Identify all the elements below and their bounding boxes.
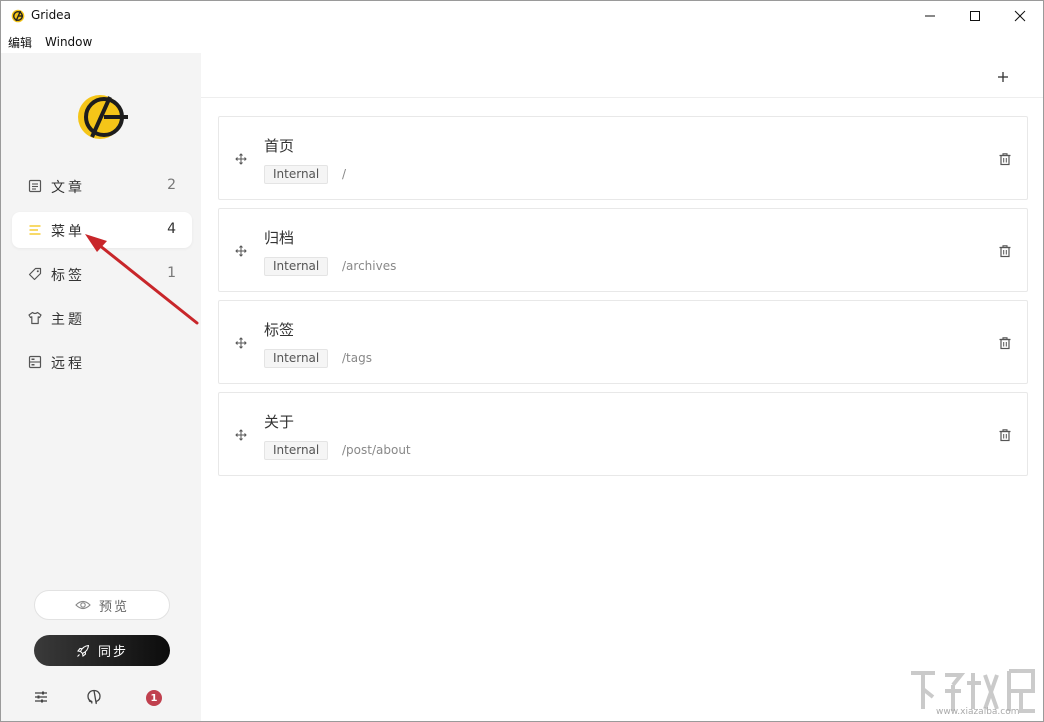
menu-bar: 编辑 Window <box>1 31 1043 53</box>
sidebar-item-menus[interactable]: 菜单 4 <box>12 212 192 248</box>
drag-handle-icon[interactable] <box>235 429 247 441</box>
trash-icon[interactable] <box>998 428 1012 442</box>
menu-card[interactable]: 标签 Internal /tags <box>218 300 1028 384</box>
article-icon <box>28 179 42 193</box>
maximize-button[interactable] <box>952 1 998 31</box>
gridea-logo-icon <box>11 9 25 23</box>
settings-sliders-icon[interactable] <box>33 689 49 705</box>
menu-title: 关于 <box>264 413 295 431</box>
sidebar-item-label: 远程 <box>51 356 85 372</box>
menu-icon <box>29 225 41 235</box>
sidebar-item-remote[interactable]: 远程 <box>12 344 192 380</box>
github-icon[interactable] <box>86 689 102 705</box>
menu-link: /tags <box>342 351 372 365</box>
sidebar-item-label: 文章 <box>51 180 85 196</box>
add-menu-button[interactable] <box>995 69 1011 85</box>
menu-card[interactable]: 归档 Internal /archives <box>218 208 1028 292</box>
sync-button[interactable]: 同步 <box>34 635 170 666</box>
sidebar-item-themes[interactable]: 主题 <box>12 300 192 336</box>
menu-type-tag: Internal <box>264 165 329 184</box>
menu-title: 首页 <box>264 137 295 155</box>
trash-icon[interactable] <box>998 152 1012 166</box>
menu-title: 归档 <box>264 229 295 247</box>
close-button[interactable] <box>997 1 1043 31</box>
drag-handle-icon[interactable] <box>235 245 247 257</box>
sync-label: 同步 <box>97 645 128 660</box>
window-title: Gridea <box>31 8 71 22</box>
tag-icon <box>28 267 42 281</box>
drag-handle-icon[interactable] <box>235 153 247 165</box>
menu-title: 标签 <box>264 321 295 339</box>
eye-icon <box>75 600 91 610</box>
drag-handle-icon[interactable] <box>235 337 247 349</box>
sidebar-item-label: 菜单 <box>51 224 85 240</box>
notification-badge[interactable]: 1 <box>146 690 162 706</box>
menu-link: /post/about <box>342 443 411 457</box>
menu-window[interactable]: Window <box>45 35 92 49</box>
menu-link: / <box>342 167 347 181</box>
trash-icon[interactable] <box>998 244 1012 258</box>
rocket-icon <box>76 644 90 657</box>
main-header <box>201 53 1043 98</box>
trash-icon[interactable] <box>998 336 1012 350</box>
sidebar-item-count: 1 <box>167 265 176 281</box>
sidebar-item-count: 4 <box>167 221 176 237</box>
preview-label: 预览 <box>98 599 129 615</box>
menu-edit[interactable]: 编辑 <box>8 34 32 51</box>
menu-type-tag: Internal <box>264 257 329 276</box>
sidebar: 文章 2 菜单 4 标签 1 主题 远程 预览 同步 1 <box>1 53 201 721</box>
title-bar: Gridea <box>1 1 1043 31</box>
server-icon <box>28 355 42 369</box>
sidebar-item-count: 2 <box>167 177 176 193</box>
minimize-icon <box>925 15 935 17</box>
sidebar-item-articles[interactable]: 文章 2 <box>12 168 192 204</box>
menu-card[interactable]: 关于 Internal /post/about <box>218 392 1028 476</box>
maximize-icon <box>970 11 980 21</box>
close-icon <box>1014 10 1026 22</box>
sidebar-item-label: 主题 <box>51 312 85 328</box>
watermark-text: www.xiazaiba.com <box>936 707 1020 717</box>
menu-link: /archives <box>342 259 397 273</box>
menu-card[interactable]: 首页 Internal / <box>218 116 1028 200</box>
shirt-icon <box>28 311 42 325</box>
menu-type-tag: Internal <box>264 349 329 368</box>
sidebar-item-label: 标签 <box>51 268 85 284</box>
gridea-logo <box>78 95 128 139</box>
sidebar-item-tags[interactable]: 标签 1 <box>12 256 192 292</box>
menu-type-tag: Internal <box>264 441 329 460</box>
main-content: 首页 Internal / 归档 Internal /archives 标签 I… <box>201 53 1043 721</box>
minimize-button[interactable] <box>907 1 953 31</box>
preview-button[interactable]: 预览 <box>34 590 170 620</box>
app-window: Gridea 编辑 Window 文章 2 菜单 4 标签 1 主题 远程 预览… <box>0 0 1044 722</box>
